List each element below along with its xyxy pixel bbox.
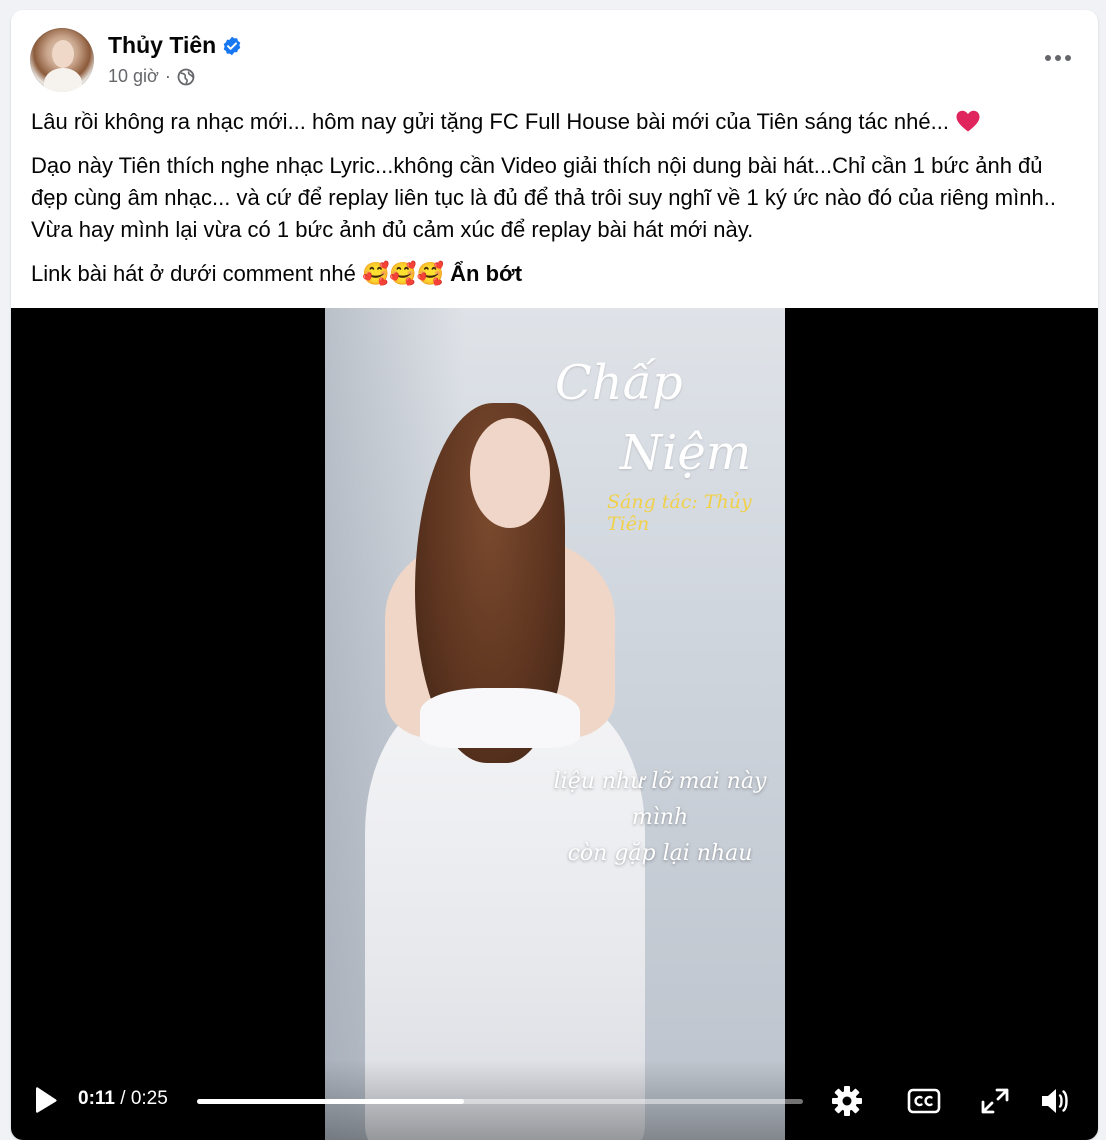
avatar-face (52, 40, 74, 68)
lyric-line-2: còn gặp lại nhau (567, 841, 753, 866)
expand-icon (981, 1088, 1009, 1114)
video-player[interactable]: Chấp Niệm Sáng tác: Thủy Tiên liệu như l… (11, 308, 1098, 1140)
video-controls: 0:11 / 0:25 (11, 1070, 1098, 1130)
figure-face (470, 418, 550, 528)
post-meta: 10 giờ · (108, 66, 195, 87)
play-button[interactable] (33, 1086, 59, 1114)
progress-fill (197, 1099, 464, 1104)
globe-icon[interactable] (177, 68, 195, 86)
more-options-icon (1045, 55, 1071, 61)
cc-icon (907, 1088, 941, 1114)
duration: 0:25 (130, 1088, 168, 1109)
author-name-row: Thủy Tiên (108, 32, 242, 59)
red-heart-icon (955, 109, 981, 133)
progress-bar[interactable] (197, 1099, 803, 1104)
speaker-icon (1042, 1089, 1068, 1113)
post-text: Lâu rồi không ra nhạc mới... hôm nay gửi… (31, 106, 1081, 302)
current-time: 0:11 (78, 1088, 115, 1109)
author-avatar[interactable] (30, 28, 94, 92)
post-card: Thủy Tiên 10 giờ · Lâu rồi không ra nhạc… (11, 10, 1098, 1140)
post-timestamp[interactable]: 10 giờ (108, 66, 159, 87)
post-paragraph-1: Lâu rồi không ra nhạc mới... hôm nay gửi… (31, 106, 1081, 138)
author-name[interactable]: Thủy Tiên (108, 32, 216, 59)
smiling-hearts-emoji: 🥰🥰🥰 (361, 261, 445, 286)
settings-button[interactable] (829, 1084, 865, 1118)
time-separator: / (120, 1088, 126, 1109)
song-title: Chấp Niệm (555, 348, 751, 488)
play-icon (36, 1087, 57, 1113)
paragraph-3-text: Link bài hát ở dưới comment nhé (31, 261, 356, 286)
figure-bodice (420, 688, 580, 748)
volume-button[interactable] (1038, 1084, 1074, 1118)
song-title-line-2: Niệm (620, 425, 752, 481)
post-paragraph-2: Dạo này Tiên thích nghe nhạc Lyric...khô… (31, 153, 1056, 242)
song-title-line-1: Chấp (555, 355, 683, 411)
fullscreen-button[interactable] (977, 1084, 1013, 1118)
post-paragraph-3: Link bài hát ở dưới comment nhé 🥰🥰🥰 Ẩn bớ… (31, 258, 1081, 290)
composer-credit: Sáng tác: Thủy Tiên (607, 491, 752, 535)
post-header: Thủy Tiên 10 giờ · (11, 10, 1098, 100)
gear-icon (832, 1086, 862, 1116)
paragraph-1-text: Lâu rồi không ra nhạc mới... hôm nay gửi… (31, 109, 949, 134)
see-less-link[interactable]: Ẩn bớt (450, 261, 522, 286)
meta-separator: · (164, 66, 171, 86)
video-frame: Chấp Niệm Sáng tác: Thủy Tiên liệu như l… (325, 308, 785, 1140)
lyric-caption: liệu như lỡ mai này mình còn gặp lại nha… (540, 764, 780, 872)
time-display: 0:11 / 0:25 (78, 1088, 168, 1110)
captions-button[interactable] (906, 1084, 942, 1118)
lyric-line-1: liệu như lỡ mai này mình (553, 769, 767, 830)
verified-badge-icon (222, 36, 242, 56)
more-options-button[interactable] (1038, 40, 1078, 76)
avatar-body (44, 68, 82, 92)
